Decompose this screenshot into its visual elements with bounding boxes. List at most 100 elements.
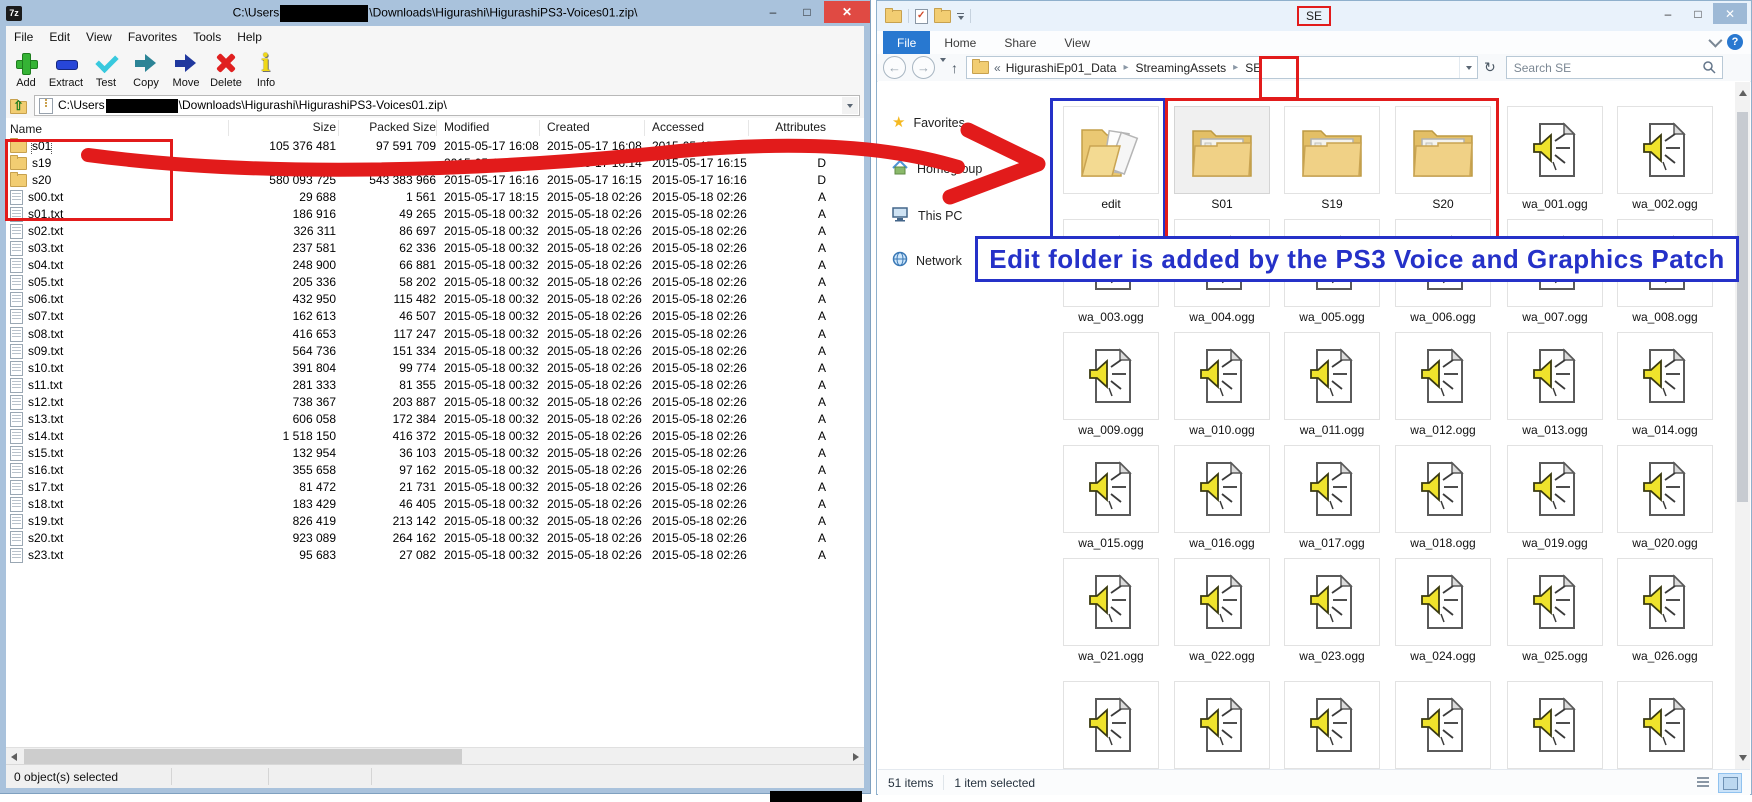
address-bar[interactable]: « HigurashiEp01_Data ▸ StreamingAssets ▸… — [966, 56, 1478, 79]
table-row[interactable]: s20.txt923 089264 1622015-05-18 00:32201… — [6, 530, 864, 547]
column-divider[interactable] — [748, 120, 749, 136]
search-input[interactable]: Search SE — [1506, 56, 1723, 79]
table-row[interactable]: s19.txt826 419213 1422015-05-18 00:32201… — [6, 513, 864, 530]
table-row[interactable]: s07.txt162 61346 5072015-05-18 00:322015… — [6, 308, 864, 325]
tab-file[interactable]: File — [883, 31, 930, 54]
maximize-button[interactable]: □ — [1683, 3, 1713, 24]
details-view-button[interactable] — [1692, 773, 1714, 791]
breadcrumb-collapsed[interactable]: « — [994, 61, 1001, 75]
audio-file-tile[interactable] — [1174, 681, 1270, 769]
audio-file-tile[interactable] — [1395, 681, 1491, 769]
audio-file-tile[interactable]: wa_016.ogg — [1174, 445, 1270, 550]
toolbar-move-button[interactable]: Move — [166, 50, 206, 89]
maximize-button[interactable]: □ — [790, 1, 824, 23]
new-folder-icon[interactable] — [934, 10, 951, 23]
tab-share[interactable]: Share — [990, 31, 1050, 54]
table-row[interactable]: s192015-05-17 16:152015-05-17 16:142015-… — [6, 155, 864, 172]
table-row[interactable]: s23.txt95 68327 0822015-05-18 00:322015-… — [6, 547, 864, 564]
audio-file-tile[interactable]: wa_013.ogg — [1507, 332, 1603, 437]
folder-tile[interactable]: S20 — [1395, 106, 1491, 211]
table-row[interactable]: s02.txt326 31186 6972015-05-18 00:322015… — [6, 223, 864, 240]
table-row[interactable]: s06.txt432 950115 4822015-05-18 00:32201… — [6, 291, 864, 308]
folder-tile[interactable]: S01 — [1174, 106, 1270, 211]
thumbnail-view-button[interactable] — [1718, 773, 1742, 793]
sevenzip-titlebar[interactable]: 7z C:\Users\Downloads\Higurashi\Higurash… — [0, 0, 870, 26]
table-row[interactable]: s14.txt1 518 150416 3722015-05-18 00:322… — [6, 428, 864, 445]
column-header-size[interactable]: Size — [230, 120, 336, 137]
toolbar-test-button[interactable]: Test — [86, 50, 126, 89]
minimize-button[interactable]: – — [1653, 3, 1683, 24]
audio-file-tile[interactable]: wa_022.ogg — [1174, 558, 1270, 663]
address-dropdown-button[interactable] — [1459, 57, 1477, 78]
menu-favorites[interactable]: Favorites — [120, 30, 185, 44]
back-button[interactable]: ← — [883, 56, 906, 79]
audio-file-tile[interactable]: wa_025.ogg — [1507, 558, 1603, 663]
audio-file-tile[interactable]: wa_011.ogg — [1284, 332, 1380, 437]
column-divider[interactable] — [436, 120, 437, 136]
customize-toolbar-button[interactable] — [957, 13, 964, 20]
audio-file-tile[interactable]: wa_018.ogg — [1395, 445, 1491, 550]
vertical-scrollbar[interactable] — [1735, 82, 1750, 769]
audio-file-tile[interactable] — [1063, 681, 1159, 769]
table-row[interactable]: s04.txt248 90066 8812015-05-18 00:322015… — [6, 257, 864, 274]
menu-file[interactable]: File — [6, 30, 41, 44]
table-row[interactable]: s12.txt738 367203 8872015-05-18 00:32201… — [6, 394, 864, 411]
column-header-attributes[interactable]: Attributes — [750, 120, 826, 137]
audio-file-tile[interactable]: wa_001.ogg — [1507, 106, 1603, 211]
table-row[interactable]: s08.txt416 653117 2472015-05-18 00:32201… — [6, 326, 864, 343]
audio-file-tile[interactable]: wa_020.ogg — [1617, 445, 1713, 550]
help-button[interactable]: ? — [1727, 34, 1743, 50]
menu-help[interactable]: Help — [229, 30, 270, 44]
scroll-up-arrow[interactable] — [1739, 90, 1747, 96]
menu-tools[interactable]: Tools — [185, 30, 229, 44]
scrollbar-thumb[interactable] — [24, 749, 462, 764]
table-row[interactable]: s03.txt237 58162 3362015-05-18 00:322015… — [6, 240, 864, 257]
ribbon-collapse-icon[interactable] — [1708, 34, 1722, 48]
table-row[interactable]: s18.txt183 42946 4052015-05-18 00:322015… — [6, 496, 864, 513]
table-row[interactable]: s09.txt564 736151 3342015-05-18 00:32201… — [6, 343, 864, 360]
audio-file-tile[interactable]: wa_026.ogg — [1617, 558, 1713, 663]
audio-file-tile[interactable]: wa_010.ogg — [1174, 332, 1270, 437]
toolbar-delete-button[interactable]: Delete — [206, 50, 246, 89]
column-divider[interactable] — [228, 120, 229, 136]
audio-file-tile[interactable] — [1617, 681, 1713, 769]
table-row[interactable]: s00.txt29 6881 5612015-05-17 18:152015-0… — [6, 189, 864, 206]
column-header-accessed[interactable]: Accessed — [652, 120, 752, 137]
table-row[interactable]: s05.txt205 33658 2022015-05-18 00:322015… — [6, 274, 864, 291]
table-row[interactable]: s17.txt81 47221 7312015-05-18 00:322015-… — [6, 479, 864, 496]
table-row[interactable]: s20580 093 725543 383 9662015-05-17 16:1… — [6, 172, 864, 189]
toolbar-add-button[interactable]: Add — [6, 50, 46, 89]
close-button[interactable]: ✕ — [1713, 3, 1747, 24]
scroll-down-arrow[interactable] — [1739, 755, 1747, 761]
table-row[interactable]: s10.txt391 80499 7742015-05-18 00:322015… — [6, 360, 864, 377]
toolbar-extract-button[interactable]: Extract — [46, 50, 86, 89]
breadcrumb-item[interactable]: StreamingAssets — [1135, 61, 1226, 75]
table-row[interactable]: s13.txt606 058172 3842015-05-18 00:32201… — [6, 411, 864, 428]
table-row[interactable]: s16.txt355 65897 1622015-05-18 00:322015… — [6, 462, 864, 479]
folder-tile[interactable]: S19 — [1284, 106, 1380, 211]
column-header-packed-size[interactable]: Packed Size — [342, 120, 436, 137]
tab-view[interactable]: View — [1050, 31, 1104, 54]
audio-file-tile[interactable]: wa_012.ogg — [1395, 332, 1491, 437]
audio-file-tile[interactable]: wa_015.ogg — [1063, 445, 1159, 550]
horizontal-scrollbar[interactable] — [6, 747, 864, 765]
audio-file-tile[interactable]: wa_021.ogg — [1063, 558, 1159, 663]
recent-locations-dropdown[interactable] — [940, 62, 946, 74]
audio-file-tile[interactable] — [1507, 681, 1603, 769]
audio-file-tile[interactable]: wa_019.ogg — [1507, 445, 1603, 550]
audio-file-tile[interactable]: wa_024.ogg — [1395, 558, 1491, 663]
breadcrumb-item-current[interactable]: SE — [1245, 61, 1261, 75]
address-dropdown-button[interactable] — [842, 97, 858, 114]
refresh-icon[interactable]: ↻ — [1484, 59, 1496, 76]
toolbar-info-button[interactable]: Info — [246, 50, 286, 89]
audio-file-tile[interactable]: wa_009.ogg — [1063, 332, 1159, 437]
column-divider[interactable] — [539, 120, 540, 136]
column-header-name[interactable]: Name — [10, 120, 228, 137]
audio-file-tile[interactable]: wa_014.ogg — [1617, 332, 1713, 437]
tab-home[interactable]: Home — [930, 31, 990, 54]
address-combobox[interactable]: C:\Users\Downloads\Higurashi\HigurashiPS… — [34, 95, 860, 116]
column-header-created[interactable]: Created — [547, 120, 647, 137]
properties-icon[interactable] — [915, 9, 928, 24]
menu-edit[interactable]: Edit — [41, 30, 78, 44]
table-row[interactable]: s01105 376 48197 591 7092015-05-17 16:08… — [6, 138, 864, 155]
